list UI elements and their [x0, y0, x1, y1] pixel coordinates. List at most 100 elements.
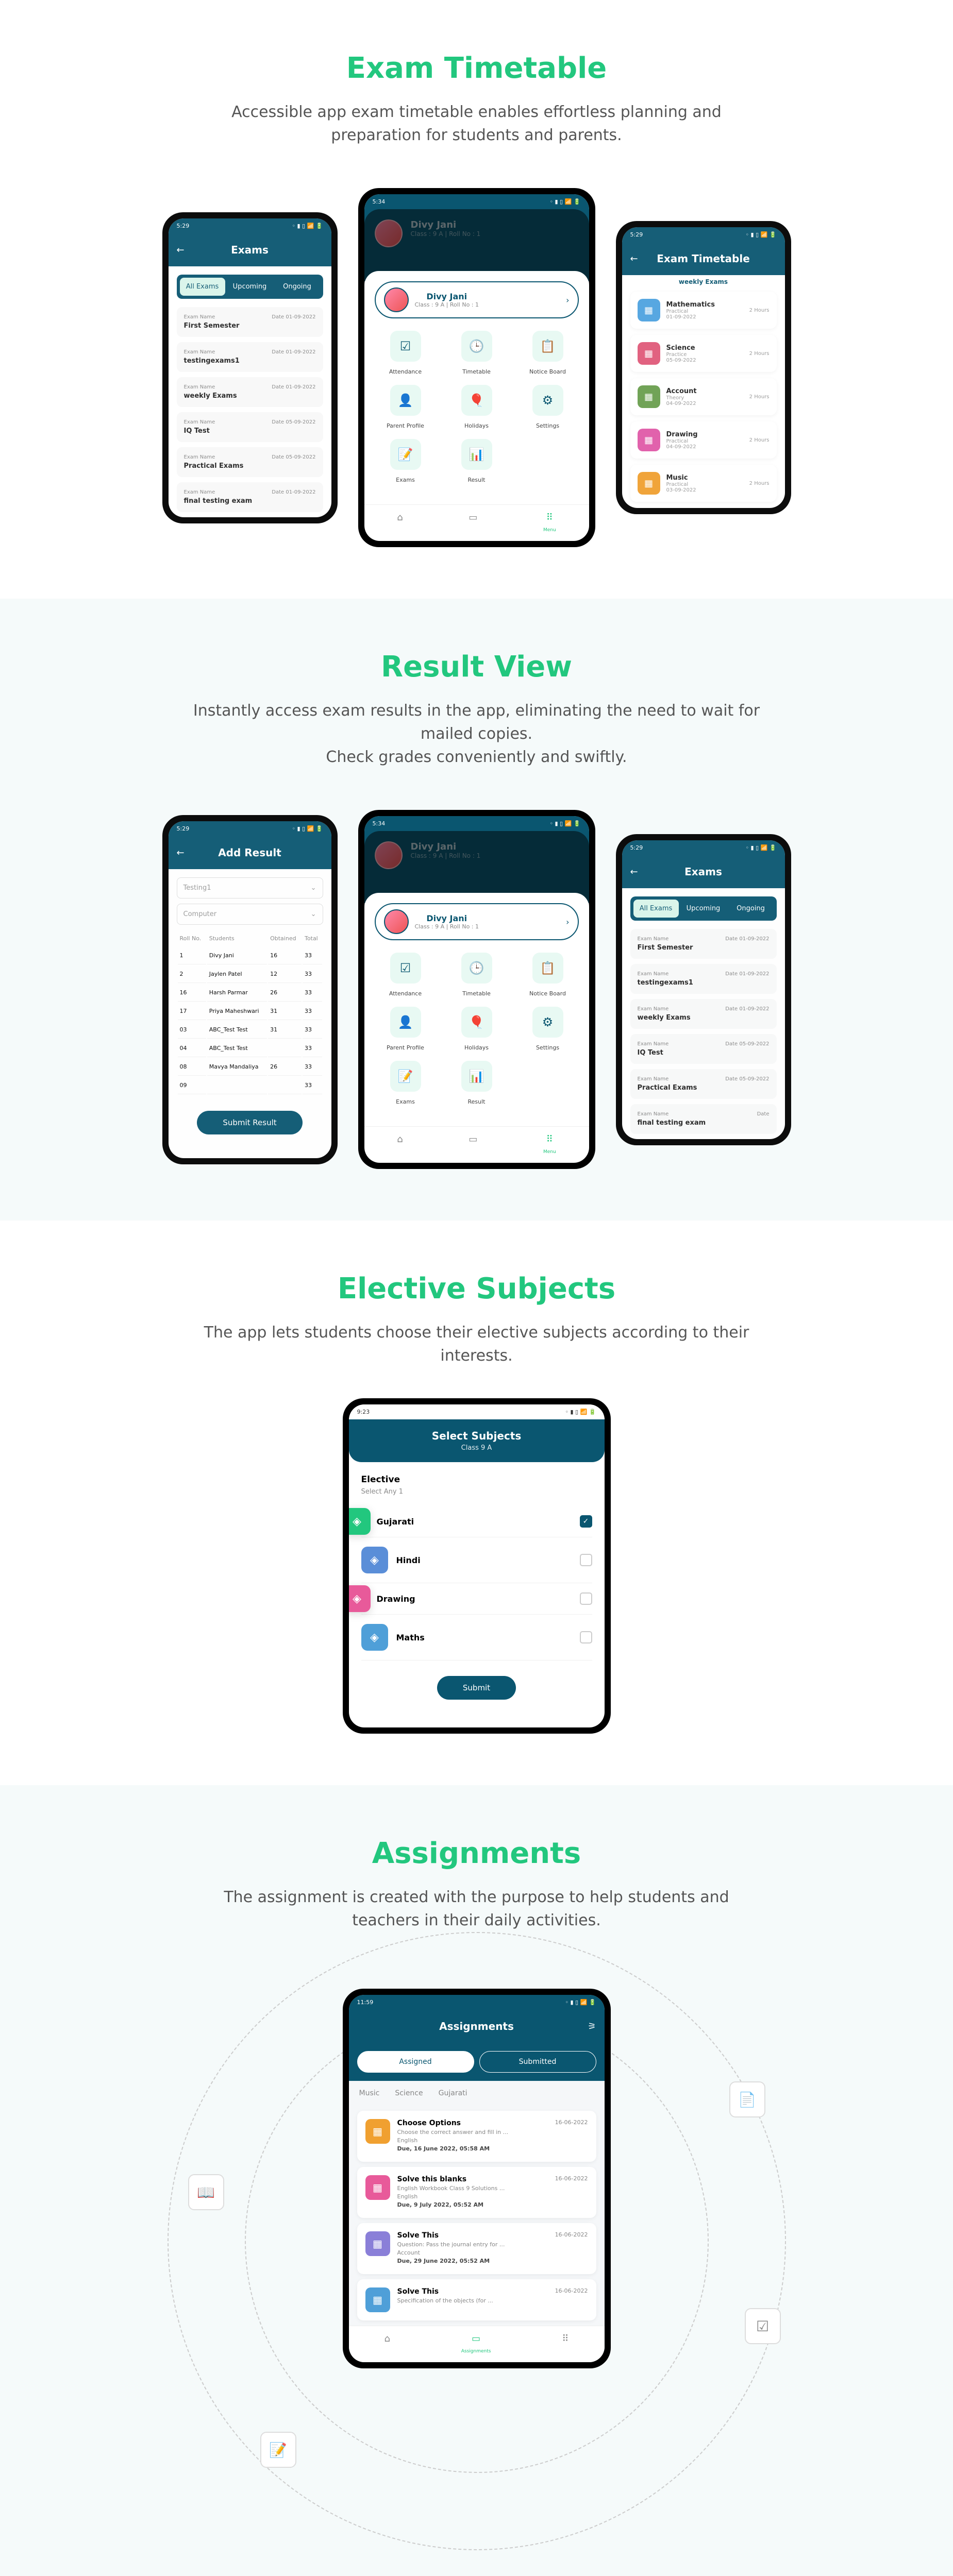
submit-button[interactable]: Submit	[437, 1676, 516, 1700]
subj-tab-music[interactable]: Music	[359, 2089, 380, 2097]
section-desc: The assignment is created with the purpo…	[193, 1886, 760, 1932]
date-label: Date 05-09-2022	[725, 1076, 769, 1082]
nav-menu-icon[interactable]: ⠿	[562, 2333, 569, 2355]
exam-name: Practical Exams	[638, 1084, 770, 1092]
menu-item-result[interactable]: 📊Result	[446, 1061, 508, 1106]
obtained-cell[interactable]	[268, 1077, 302, 1094]
exam-card[interactable]: Exam NameDate final testing exam	[630, 1104, 777, 1134]
timetable-item[interactable]: ▦MathematicsPractical01-09-20222 Hours	[630, 292, 777, 329]
menu-item-exams[interactable]: 📝Exams	[375, 439, 437, 484]
exam-name: final testing exam	[184, 497, 316, 505]
menu-item-notice-board[interactable]: 📋Notice Board	[517, 331, 579, 376]
exam-card[interactable]: Exam NameDate 05-09-2022IQ Test	[630, 1034, 777, 1064]
menu-item-settings[interactable]: ⚙Settings	[517, 385, 579, 430]
obtained-cell[interactable]: 26	[268, 984, 302, 1002]
select-exam[interactable]: Testing1⌄	[177, 877, 323, 899]
exam-card[interactable]: Exam NameDate 01-09-2022First Semester	[630, 929, 777, 959]
nav-menu-icon[interactable]: ⠿Menu	[543, 1134, 556, 1156]
back-icon[interactable]: ←	[177, 848, 185, 858]
obtained-cell[interactable]: 31	[268, 1003, 302, 1020]
back-icon[interactable]: ←	[177, 245, 185, 256]
menu-item-parent-profile[interactable]: 👤Parent Profile	[375, 385, 437, 430]
timetable-item[interactable]: ▦AccountTheory04-09-20222 Hours	[630, 378, 777, 415]
checkbox[interactable]	[580, 1554, 592, 1566]
nav-assignments-icon[interactable]: ▭Assignments	[461, 2333, 491, 2355]
exam-card[interactable]: Exam NameDate 01-09-2022weekly Exams	[630, 999, 777, 1029]
submit-result-button[interactable]: Submit Result	[197, 1111, 302, 1134]
exam-card[interactable]: Exam NameDate 05-09-2022Practical Exams	[630, 1069, 777, 1099]
subject-detail: Theory	[666, 395, 743, 401]
menu-item-exams[interactable]: 📝Exams	[375, 1061, 437, 1106]
menu-item-timetable[interactable]: 🕒Timetable	[446, 953, 508, 997]
exam-card[interactable]: Exam NameDate 05-09-2022IQ Test	[177, 412, 323, 442]
exam-card[interactable]: Exam NameDate 05-09-2022Practical Exams	[177, 447, 323, 477]
tab-upcoming[interactable]: Upcoming	[681, 900, 726, 918]
menu-icon: ⚙	[532, 1007, 563, 1038]
obtained-cell[interactable]: 12	[268, 965, 302, 983]
tab-all-exams[interactable]: All Exams	[180, 278, 225, 296]
subj-tab-science[interactable]: Science	[395, 2089, 423, 2097]
back-icon[interactable]: ←	[630, 867, 638, 877]
select-subject[interactable]: Computer⌄	[177, 904, 323, 925]
menu-item-attendance[interactable]: ☑Attendance	[375, 953, 437, 997]
nav-book-icon[interactable]: ▭	[469, 1134, 477, 1156]
nav-book-icon[interactable]: ▭	[469, 512, 477, 534]
menu-item-notice-board[interactable]: 📋Notice Board	[517, 953, 579, 997]
obtained-cell[interactable]: 26	[268, 1058, 302, 1076]
profile-row[interactable]: Divy Jani Class : 9 A | Roll No : 1 ›	[375, 903, 579, 940]
phone-center: 5:34◦ ▮ ▯ 📶 🔋 Divy Jani Class : 9 A | Ro…	[358, 188, 595, 547]
header-title: Exam Timetable	[632, 252, 775, 265]
obtained-cell[interactable]: 16	[268, 947, 302, 964]
subject-row-hindi[interactable]: ◈Hindi	[361, 1537, 592, 1583]
exam-card[interactable]: Exam NameDate 01-09-2022weekly Exams	[177, 377, 323, 407]
exam-card[interactable]: Exam NameDate 01-09-2022testingexams1	[630, 964, 777, 994]
subject-row-gujarati[interactable]: ◈Gujarati✓	[361, 1506, 592, 1537]
obtained-cell[interactable]: 31	[268, 1021, 302, 1039]
profile-row[interactable]: Divy Jani Class : 9 A | Roll No : 1 ›	[375, 281, 579, 318]
back-icon[interactable]: ←	[630, 253, 638, 264]
menu-label: Result	[468, 1098, 486, 1105]
tab-assigned[interactable]: Assigned	[357, 2051, 474, 2073]
document-icon: 📄	[729, 2081, 765, 2117]
menu-item-result[interactable]: 📊Result	[446, 439, 508, 484]
tab-ongoing[interactable]: Ongoing	[728, 900, 774, 918]
tab-submitted[interactable]: Submitted	[479, 2051, 596, 2073]
nav-home-icon[interactable]: ⌂	[397, 512, 403, 534]
menu-item-parent-profile[interactable]: 👤Parent Profile	[375, 1007, 437, 1052]
checkbox[interactable]	[580, 1631, 592, 1643]
result-row: 17Priya Maheshwari3133	[178, 1003, 322, 1020]
tab-ongoing[interactable]: Ongoing	[275, 278, 320, 296]
exam-card[interactable]: Exam NameDate 01-09-2022final testing ex…	[177, 482, 323, 512]
timetable-item[interactable]: ▦SciencePractice05-09-20222 Hours	[630, 335, 777, 372]
assignment-card[interactable]: ▦Solve This16-06-2022Question: Pass the …	[357, 2223, 596, 2274]
timetable-item[interactable]: ▦DrawingPractical04-09-20222 Hours	[630, 421, 777, 459]
tab-upcoming[interactable]: Upcoming	[227, 278, 273, 296]
date-label: Date 01-09-2022	[725, 1006, 769, 1012]
assignment-title: Choose Options	[397, 2119, 461, 2127]
menu-item-holidays[interactable]: 🎈Holidays	[446, 385, 508, 430]
subject-row-maths[interactable]: ◈Maths	[361, 1615, 592, 1660]
exam-card[interactable]: Exam NameDate 01-09-2022testingexams1	[177, 342, 323, 372]
assignment-card[interactable]: ▦Solve This16-06-2022Specification of th…	[357, 2279, 596, 2320]
nav-menu-icon[interactable]: ⠿Menu	[543, 512, 556, 534]
profile-class: Class : 9 A | Roll No : 1	[415, 923, 479, 930]
checkbox-checked[interactable]: ✓	[580, 1515, 592, 1528]
nav-home-icon[interactable]: ⌂	[397, 1134, 403, 1156]
checkbox[interactable]	[580, 1592, 592, 1605]
filter-icon[interactable]: ⚞	[588, 2021, 596, 2032]
assignment-card[interactable]: ▦Choose Options16-06-2022Choose the corr…	[357, 2111, 596, 2162]
timetable-item[interactable]: ▦MusicPractical03-09-20222 Hours	[630, 465, 777, 502]
exam-card[interactable]: Exam NameDate 01-09-2022First Semester	[177, 307, 323, 337]
assignment-card[interactable]: ▦Solve this blanks16-06-2022English Work…	[357, 2167, 596, 2218]
tab-all-exams[interactable]: All Exams	[633, 900, 679, 918]
subject-date: 04-09-2022	[666, 444, 743, 450]
total-cell: 33	[303, 965, 322, 983]
menu-item-holidays[interactable]: 🎈Holidays	[446, 1007, 508, 1052]
menu-item-attendance[interactable]: ☑Attendance	[375, 331, 437, 376]
subject-row-drawing[interactable]: ◈Drawing	[361, 1583, 592, 1615]
menu-item-timetable[interactable]: 🕒Timetable	[446, 331, 508, 376]
subj-tab-gujarati[interactable]: Gujarati	[439, 2089, 467, 2097]
obtained-cell[interactable]	[268, 1040, 302, 1057]
nav-home-icon[interactable]: ⌂	[384, 2333, 390, 2355]
menu-item-settings[interactable]: ⚙Settings	[517, 1007, 579, 1052]
